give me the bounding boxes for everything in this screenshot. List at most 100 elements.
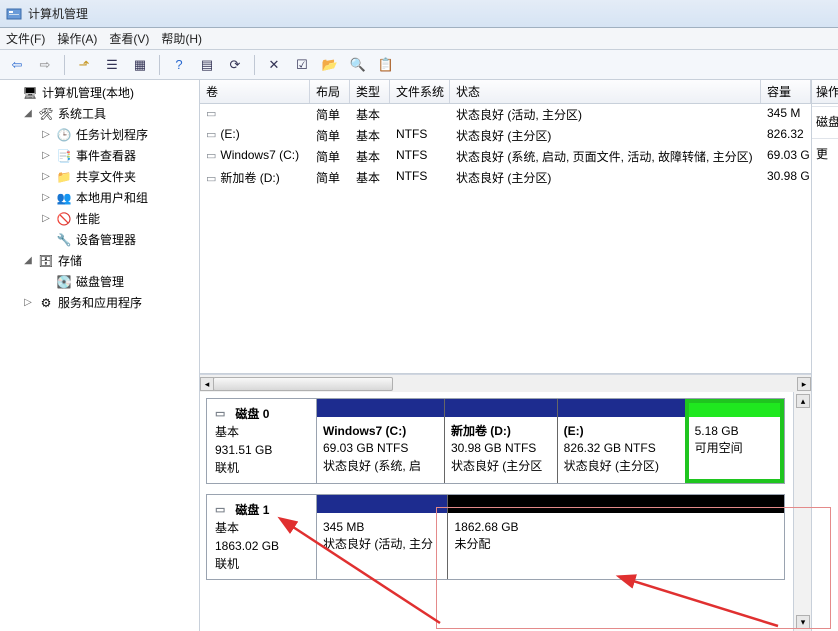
- properties-button[interactable]: ▦: [129, 54, 151, 76]
- disk-icon: 💽: [56, 274, 72, 290]
- expand-icon[interactable]: ▷: [40, 192, 52, 203]
- toolbar-separator: [64, 55, 65, 75]
- partition-active[interactable]: 345 MB 状态良好 (活动, 主分: [317, 495, 447, 579]
- partition-band: [317, 495, 447, 513]
- tree-event-viewer[interactable]: ▷📑事件查看器: [0, 145, 199, 166]
- volume-row[interactable]: ▭(E:) 简单 基本 NTFS 状态良好 (主分区) 826.32: [200, 125, 811, 146]
- volume-icon: ▭: [206, 150, 216, 162]
- partition-c[interactable]: Windows7 (C:) 69.03 GB NTFS 状态良好 (系统, 启: [317, 399, 444, 483]
- horizontal-scrollbar[interactable]: ◂ ▸: [200, 374, 811, 392]
- col-header-capacity[interactable]: 容量: [761, 80, 811, 103]
- expand-icon[interactable]: ▷: [40, 150, 52, 161]
- disk-0-partitions: Windows7 (C:) 69.03 GB NTFS 状态良好 (系统, 启 …: [317, 399, 784, 483]
- computer-icon: 🖥: [22, 85, 38, 101]
- refresh-button[interactable]: ⟳: [224, 54, 246, 76]
- actions-header: 操作: [812, 80, 838, 104]
- shared-folder-icon: 📁: [56, 169, 72, 185]
- partition-band: [317, 399, 444, 417]
- settings-button[interactable]: ☑: [291, 54, 313, 76]
- scroll-thumb[interactable]: [213, 377, 393, 391]
- vertical-scrollbar[interactable]: ▴ ▾: [793, 392, 811, 631]
- volume-row[interactable]: ▭Windows7 (C:) 简单 基本 NTFS 状态良好 (系统, 启动, …: [200, 146, 811, 167]
- nav-tree[interactable]: 🖥 计算机管理(本地) ◢ 🛠 系统工具 ▷🕒任务计划程序 ▷📑事件查看器 ▷📁…: [0, 80, 200, 631]
- unallocated-band: [448, 495, 784, 513]
- volume-icon: ▭: [206, 108, 216, 120]
- partition-unallocated[interactable]: 1862.68 GB 未分配: [447, 495, 784, 579]
- collapse-icon[interactable]: ◢: [22, 108, 34, 119]
- storage-icon: 🗄: [38, 253, 54, 269]
- scroll-right-icon[interactable]: ▸: [797, 377, 811, 391]
- content-area: 🖥 计算机管理(本地) ◢ 🛠 系统工具 ▷🕒任务计划程序 ▷📑事件查看器 ▷📁…: [0, 80, 838, 631]
- clock-icon: 🕒: [56, 127, 72, 143]
- actions-pane: 操作 磁盘管 更: [812, 80, 838, 631]
- actions-more[interactable]: 更: [812, 138, 838, 168]
- menu-help[interactable]: 帮助(H): [161, 30, 202, 47]
- collapse-icon[interactable]: ◢: [22, 255, 34, 266]
- show-hide-tree-button[interactable]: ☰: [101, 54, 123, 76]
- toolbar-separator-2: [159, 55, 160, 75]
- tree-performance[interactable]: ▷🚫性能: [0, 208, 199, 229]
- tools-icon: 🛠: [38, 106, 54, 122]
- col-header-layout[interactable]: 布局: [310, 80, 350, 103]
- expand-icon[interactable]: ▷: [40, 213, 52, 224]
- menu-file[interactable]: 文件(F): [6, 30, 45, 47]
- main-pane: 卷 布局 类型 文件系统 状态 容量 ▭ 简单 基本 状态良好 (活动, 主分区…: [200, 80, 812, 631]
- menu-view[interactable]: 查看(V): [109, 30, 149, 47]
- col-header-volume[interactable]: 卷: [200, 80, 310, 103]
- tree-device-manager[interactable]: 🔧设备管理器: [0, 229, 199, 250]
- search-button[interactable]: 🔍: [347, 54, 369, 76]
- expand-icon[interactable]: ▷: [40, 171, 52, 182]
- partition-d[interactable]: 新加卷 (D:) 30.98 GB NTFS 状态良好 (主分区: [444, 399, 557, 483]
- tree-task-scheduler[interactable]: ▷🕒任务计划程序: [0, 124, 199, 145]
- col-header-filesystem[interactable]: 文件系统: [390, 80, 450, 103]
- tree-system-tools[interactable]: ◢ 🛠 系统工具: [0, 103, 199, 124]
- delete-button[interactable]: ✕: [263, 54, 285, 76]
- volume-row[interactable]: ▭ 简单 基本 状态良好 (活动, 主分区) 345 M: [200, 104, 811, 125]
- volume-list[interactable]: ▭ 简单 基本 状态良好 (活动, 主分区) 345 M ▭(E:) 简单 基本…: [200, 104, 811, 374]
- partition-band: [558, 399, 685, 417]
- tree-services[interactable]: ▷ ⚙ 服务和应用程序: [0, 292, 199, 313]
- perf-icon: 🚫: [56, 211, 72, 227]
- volume-row[interactable]: ▭新加卷 (D:) 简单 基本 NTFS 状态良好 (主分区) 30.98 G: [200, 167, 811, 188]
- forward-button[interactable]: ⇨: [34, 54, 56, 76]
- actions-section[interactable]: 磁盘管: [812, 106, 838, 136]
- col-header-type[interactable]: 类型: [350, 80, 390, 103]
- free-space-band: [689, 403, 780, 417]
- list-button[interactable]: 📋: [375, 54, 397, 76]
- disk-graphic-area: ▭磁盘 0 基本 931.51 GB 联机 Windows7 (C:) 69.0…: [200, 392, 793, 631]
- col-header-status[interactable]: 状态: [450, 80, 761, 103]
- scroll-left-icon[interactable]: ◂: [200, 377, 214, 391]
- volume-icon: ▭: [206, 129, 216, 141]
- tree-shared-folders[interactable]: ▷📁共享文件夹: [0, 166, 199, 187]
- back-button[interactable]: ⇦: [6, 54, 28, 76]
- app-icon: [6, 6, 22, 22]
- tree-local-users[interactable]: ▷👥本地用户和组: [0, 187, 199, 208]
- expand-icon[interactable]: ▷: [22, 297, 34, 308]
- expand-icon[interactable]: ▷: [40, 129, 52, 140]
- up-button[interactable]: ⬏: [73, 54, 95, 76]
- partition-free-space[interactable]: 5.18 GB 可用空间: [685, 399, 784, 483]
- open-button[interactable]: 📂: [319, 54, 341, 76]
- menu-bar: 文件(F) 操作(A) 查看(V) 帮助(H): [0, 28, 838, 50]
- scroll-up-icon[interactable]: ▴: [796, 394, 810, 408]
- disk-1-block: ▭磁盘 1 基本 1863.02 GB 联机 345 MB 状态良好 (活动, …: [206, 494, 785, 580]
- device-icon: 🔧: [56, 232, 72, 248]
- tree-root[interactable]: 🖥 计算机管理(本地): [0, 82, 199, 103]
- tree-storage[interactable]: ◢ 🗄 存储: [0, 250, 199, 271]
- volume-list-header: 卷 布局 类型 文件系统 状态 容量: [200, 80, 811, 104]
- window-title: 计算机管理: [28, 5, 88, 22]
- help-button[interactable]: ?: [168, 54, 190, 76]
- scroll-down-icon[interactable]: ▾: [796, 615, 810, 629]
- menu-action[interactable]: 操作(A): [57, 30, 97, 47]
- disk-1-info[interactable]: ▭磁盘 1 基本 1863.02 GB 联机: [207, 495, 317, 579]
- disk-0-info[interactable]: ▭磁盘 0 基本 931.51 GB 联机: [207, 399, 317, 483]
- title-bar: 计算机管理: [0, 0, 838, 28]
- toolbar: ⇦ ⇨ ⬏ ☰ ▦ ? ▤ ⟳ ✕ ☑ 📂 🔍 📋: [0, 50, 838, 80]
- users-icon: 👥: [56, 190, 72, 206]
- tree-disk-management[interactable]: 💽磁盘管理: [0, 271, 199, 292]
- disk-icon: ▭: [215, 406, 225, 423]
- disk-icon: ▭: [215, 502, 225, 519]
- partition-e[interactable]: (E:) 826.32 GB NTFS 状态良好 (主分区): [557, 399, 685, 483]
- view-mode-button[interactable]: ▤: [196, 54, 218, 76]
- partition-band: [445, 399, 557, 417]
